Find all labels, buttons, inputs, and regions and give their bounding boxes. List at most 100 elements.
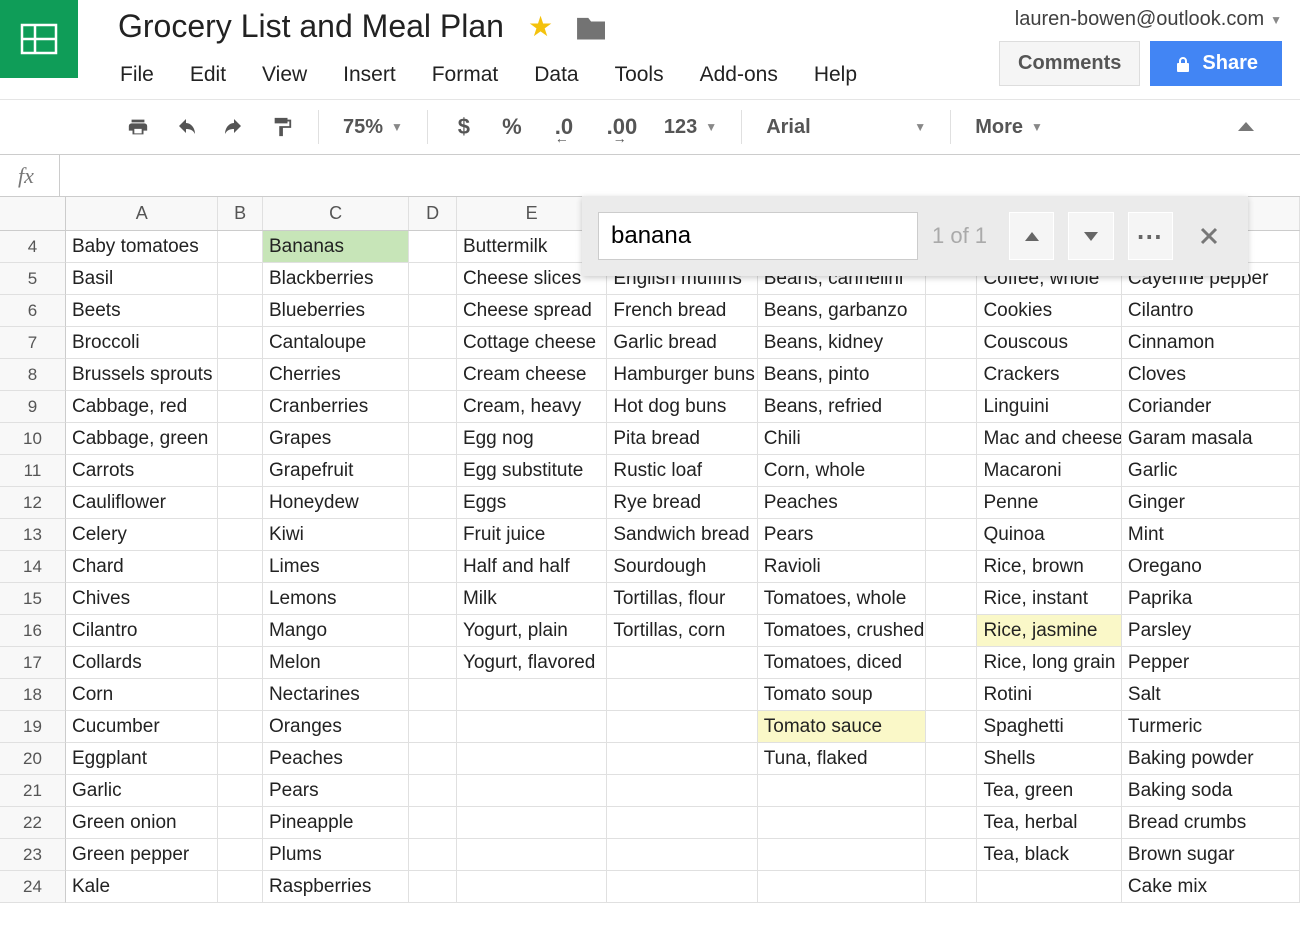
cell-G7[interactable]: Beans, kidney xyxy=(758,327,926,359)
cell-F23[interactable] xyxy=(607,839,757,871)
cell-F17[interactable] xyxy=(607,647,757,679)
row-header[interactable]: 5 xyxy=(0,263,66,295)
cell-B20[interactable] xyxy=(218,743,263,775)
cell-A22[interactable]: Green onion xyxy=(66,807,218,839)
cell-J12[interactable]: Ginger xyxy=(1122,487,1300,519)
cell-G10[interactable]: Chili xyxy=(758,423,926,455)
cell-A11[interactable]: Carrots xyxy=(66,455,218,487)
cell-J9[interactable]: Coriander xyxy=(1122,391,1300,423)
cell-D22[interactable] xyxy=(409,807,457,839)
cell-J22[interactable]: Bread crumbs xyxy=(1122,807,1300,839)
cell-F22[interactable] xyxy=(607,807,757,839)
cell-F6[interactable]: French bread xyxy=(607,295,757,327)
currency-button[interactable]: $ xyxy=(442,107,486,147)
account-email[interactable]: lauren-bowen@outlook.com ▼ xyxy=(1015,8,1282,31)
increase-decimal-button[interactable]: .00→ xyxy=(594,107,650,147)
cell-A17[interactable]: Collards xyxy=(66,647,218,679)
menu-view[interactable]: View xyxy=(262,63,307,87)
formula-input[interactable] xyxy=(60,155,1300,196)
cell-B17[interactable] xyxy=(218,647,263,679)
cell-H9[interactable] xyxy=(926,391,978,423)
cell-J17[interactable]: Pepper xyxy=(1122,647,1300,679)
cell-I8[interactable]: Crackers xyxy=(977,359,1121,391)
cell-E9[interactable]: Cream, heavy xyxy=(457,391,607,423)
cell-F19[interactable] xyxy=(607,711,757,743)
find-next-button[interactable] xyxy=(1068,212,1113,260)
row-header[interactable]: 18 xyxy=(0,679,66,711)
cell-C7[interactable]: Cantaloupe xyxy=(263,327,409,359)
menu-file[interactable]: File xyxy=(120,63,154,87)
cell-B24[interactable] xyxy=(218,871,263,903)
cell-B16[interactable] xyxy=(218,615,263,647)
cell-E6[interactable]: Cheese spread xyxy=(457,295,607,327)
cell-F10[interactable]: Pita bread xyxy=(607,423,757,455)
row-header[interactable]: 15 xyxy=(0,583,66,615)
cell-B13[interactable] xyxy=(218,519,263,551)
cell-J8[interactable]: Cloves xyxy=(1122,359,1300,391)
cell-E14[interactable]: Half and half xyxy=(457,551,607,583)
cell-G19[interactable]: Tomato sauce xyxy=(758,711,926,743)
row-header[interactable]: 11 xyxy=(0,455,66,487)
cell-E22[interactable] xyxy=(457,807,607,839)
cell-I20[interactable]: Shells xyxy=(977,743,1121,775)
cell-C8[interactable]: Cherries xyxy=(263,359,409,391)
cell-J15[interactable]: Paprika xyxy=(1122,583,1300,615)
cell-J18[interactable]: Salt xyxy=(1122,679,1300,711)
row-header[interactable]: 21 xyxy=(0,775,66,807)
row-header[interactable]: 16 xyxy=(0,615,66,647)
cell-B19[interactable] xyxy=(218,711,263,743)
find-input[interactable] xyxy=(598,212,918,260)
cell-J6[interactable]: Cilantro xyxy=(1122,295,1300,327)
cell-I12[interactable]: Penne xyxy=(977,487,1121,519)
cell-H15[interactable] xyxy=(926,583,978,615)
col-header-B[interactable]: B xyxy=(218,197,263,230)
cell-G21[interactable] xyxy=(758,775,926,807)
cell-B11[interactable] xyxy=(218,455,263,487)
cell-I14[interactable]: Rice, brown xyxy=(977,551,1121,583)
cell-E8[interactable]: Cream cheese xyxy=(457,359,607,391)
cell-E21[interactable] xyxy=(457,775,607,807)
row-header[interactable]: 17 xyxy=(0,647,66,679)
cell-D4[interactable] xyxy=(409,231,457,263)
cell-D21[interactable] xyxy=(409,775,457,807)
cell-B4[interactable] xyxy=(218,231,263,263)
cell-A10[interactable]: Cabbage, green xyxy=(66,423,218,455)
cell-H12[interactable] xyxy=(926,487,978,519)
cell-I22[interactable]: Tea, herbal xyxy=(977,807,1121,839)
comments-button[interactable]: Comments xyxy=(999,41,1140,86)
cell-A12[interactable]: Cauliflower xyxy=(66,487,218,519)
cell-I10[interactable]: Mac and cheese xyxy=(977,423,1121,455)
cell-A20[interactable]: Eggplant xyxy=(66,743,218,775)
paint-format-button[interactable] xyxy=(260,107,304,147)
find-close-button[interactable] xyxy=(1187,212,1232,260)
cell-H13[interactable] xyxy=(926,519,978,551)
cell-E13[interactable]: Fruit juice xyxy=(457,519,607,551)
menu-tools[interactable]: Tools xyxy=(615,63,664,87)
cell-C15[interactable]: Lemons xyxy=(263,583,409,615)
cell-C19[interactable]: Oranges xyxy=(263,711,409,743)
cell-I11[interactable]: Macaroni xyxy=(977,455,1121,487)
zoom-select[interactable]: 75% ▼ xyxy=(333,116,413,139)
menu-add-ons[interactable]: Add-ons xyxy=(700,63,778,87)
cell-E23[interactable] xyxy=(457,839,607,871)
cell-D15[interactable] xyxy=(409,583,457,615)
cell-A7[interactable]: Broccoli xyxy=(66,327,218,359)
cell-B5[interactable] xyxy=(218,263,263,295)
cell-I15[interactable]: Rice, instant xyxy=(977,583,1121,615)
cell-H24[interactable] xyxy=(926,871,978,903)
cell-J20[interactable]: Baking powder xyxy=(1122,743,1300,775)
cell-G14[interactable]: Ravioli xyxy=(758,551,926,583)
cell-G9[interactable]: Beans, refried xyxy=(758,391,926,423)
cell-A21[interactable]: Garlic xyxy=(66,775,218,807)
cell-A4[interactable]: Baby tomatoes xyxy=(66,231,218,263)
cell-A23[interactable]: Green pepper xyxy=(66,839,218,871)
cell-A6[interactable]: Beets xyxy=(66,295,218,327)
cell-B15[interactable] xyxy=(218,583,263,615)
cell-B10[interactable] xyxy=(218,423,263,455)
cell-A8[interactable]: Brussels sprouts xyxy=(66,359,218,391)
cell-A5[interactable]: Basil xyxy=(66,263,218,295)
more-tools-button[interactable]: More ▼ xyxy=(965,116,1053,139)
cell-F15[interactable]: Tortillas, flour xyxy=(607,583,757,615)
cell-F8[interactable]: Hamburger buns xyxy=(607,359,757,391)
number-format-select[interactable]: 123 ▼ xyxy=(654,116,727,139)
